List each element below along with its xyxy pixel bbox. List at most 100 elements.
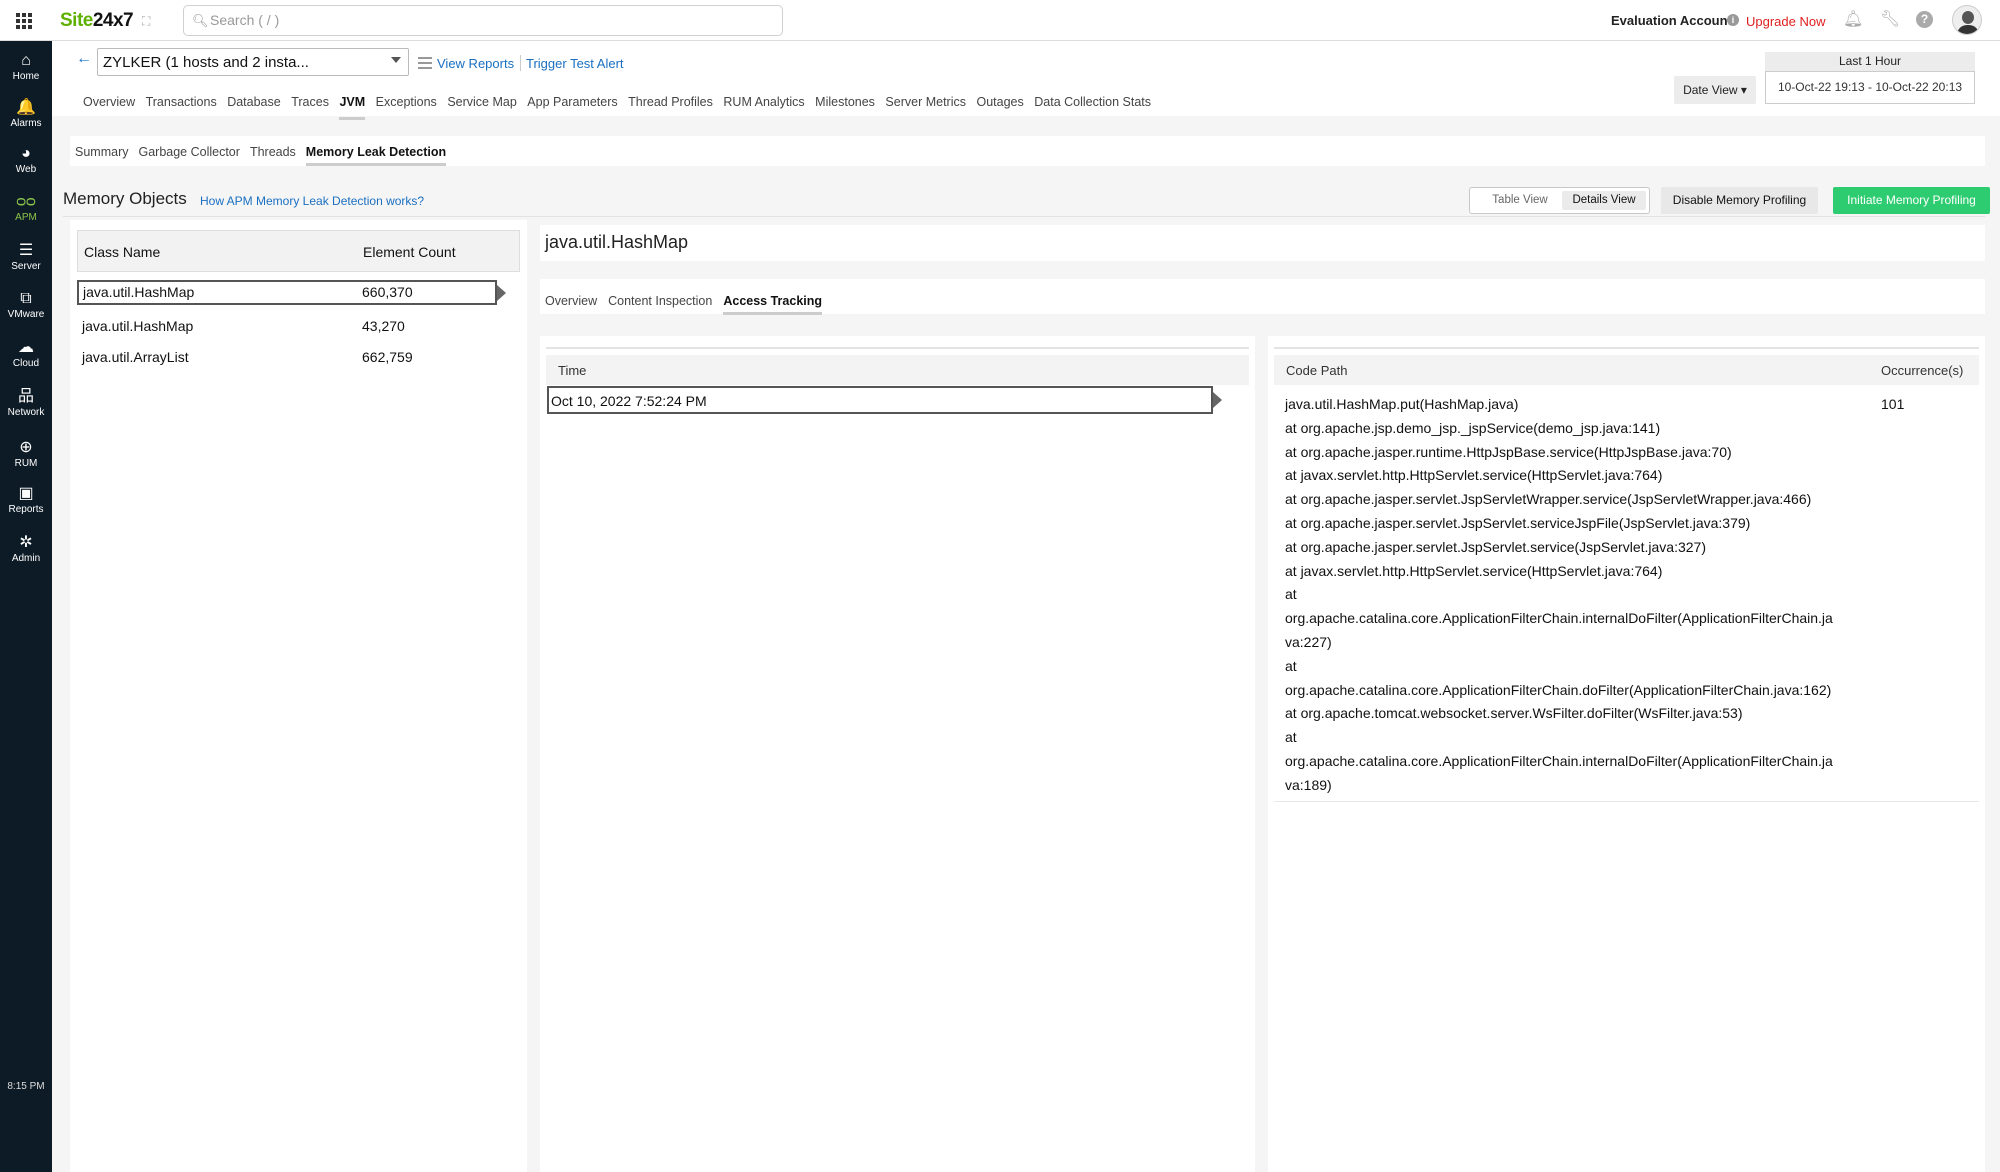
binoculars-icon: ᴑᴑ	[16, 193, 36, 210]
sidebar-item-label: Network	[7, 407, 45, 418]
sidebar-item-admin[interactable]: ✲ Admin	[0, 534, 52, 564]
stacktrace-line: va:189)	[1285, 776, 1332, 793]
detail-tab-overview[interactable]: Overview	[545, 294, 597, 315]
divider	[546, 347, 1249, 349]
detail-title: java.util.HashMap	[545, 232, 689, 252]
time-value: Oct 10, 2022 7:52:24 PM	[551, 393, 707, 409]
jvm-tab-memory-leak-detection[interactable]: Memory Leak Detection	[305, 145, 447, 166]
class-table-row[interactable]: java.util.HashMap 660,370	[77, 280, 506, 305]
column-header-time: Time	[558, 363, 587, 378]
stacktrace-line: org.apache.catalina.core.ApplicationFilt…	[1285, 681, 1832, 698]
site24x7-logo[interactable]: Site24x7	[60, 10, 134, 32]
globe-icon: ◕	[21, 145, 31, 162]
search-input[interactable]	[210, 12, 770, 28]
expand-icon[interactable]: ⛶	[142, 14, 156, 28]
tab-server-metrics[interactable]: Server Metrics	[885, 95, 966, 120]
detail-tab-access-tracking[interactable]: Access Tracking	[723, 294, 823, 315]
stacktrace-line: at org.apache.jasper.servlet.JspServlet.…	[1285, 514, 1751, 531]
class-table-header: Class Name Element Count	[77, 230, 520, 272]
tab-thread-profiles[interactable]: Thread Profiles	[628, 95, 713, 120]
reports-icon: ▣	[18, 485, 34, 502]
vmware-icon: ⧉	[20, 290, 32, 307]
help-icon[interactable]: ?	[1916, 11, 1933, 28]
sidebar-item-vmware[interactable]: ⧉ VMware	[0, 290, 52, 320]
stacktrace-line: at	[1285, 729, 1297, 746]
monitor-tabs: Overview Transactions Database Traces JVM Exc…	[83, 95, 1162, 120]
date-range-field[interactable]: 10-Oct-22 19:13 - 10-Oct-22 20:13	[1765, 71, 1975, 104]
sidebar-item-cloud[interactable]: ☁ Cloud	[0, 339, 52, 369]
detail-tabs: Overview Content Inspection Access Trackin…	[545, 294, 833, 315]
trigger-test-alert-link[interactable]: Trigger Test Alert	[526, 56, 624, 71]
sidebar-item-network[interactable]: 品 Network	[0, 388, 52, 418]
time-row[interactable]: Oct 10, 2022 7:52:24 PM	[547, 386, 1222, 414]
jvm-tab-threads[interactable]: Threads	[250, 145, 296, 166]
date-view-button[interactable]: Date View ▾	[1674, 76, 1756, 104]
view-reports-link[interactable]: View Reports	[437, 56, 514, 71]
top-bar: Site24x7 ⛶ 🔍︎ Evaluation Account i Upgra…	[0, 0, 2000, 41]
stacktrace-line: va:227)	[1285, 633, 1332, 650]
initiate-memory-profiling-button[interactable]: Initiate Memory Profiling	[1833, 187, 1990, 214]
occurrences-value: 101	[1881, 396, 1905, 412]
class-table-row[interactable]: java.util.HashMap 43,270	[77, 314, 497, 339]
info-icon[interactable]: i	[1727, 14, 1739, 26]
sidebar-item-label: Alarms	[10, 118, 42, 129]
tab-transactions[interactable]: Transactions	[146, 95, 217, 120]
upgrade-now-link[interactable]: Upgrade Now	[1746, 14, 1826, 29]
column-header-class-name: Class Name	[84, 244, 161, 260]
account-label: Evaluation Account	[1611, 13, 1732, 28]
tab-exceptions[interactable]: Exceptions	[376, 95, 437, 120]
sidebar-item-rum[interactable]: ⊕ RUM	[0, 439, 52, 469]
menu-icon[interactable]	[418, 57, 432, 72]
avatar[interactable]	[1952, 5, 1982, 35]
sidebar-item-home[interactable]: ⌂ Home	[0, 52, 52, 82]
tab-jvm[interactable]: JVM	[339, 95, 366, 120]
view-toggle: Table View Details View	[1469, 187, 1650, 214]
sidebar-item-label: VMware	[7, 309, 45, 320]
jvm-tab-garbage-collector[interactable]: Garbage Collector	[138, 145, 239, 166]
element-count-cell: 43,270	[362, 318, 405, 334]
element-count-cell: 662,759	[362, 349, 413, 365]
monitor-select[interactable]: ZYLKER (1 hosts and 2 insta...	[97, 48, 409, 76]
stacktrace-line: at org.apache.tomcat.websocket.server.Ws…	[1285, 705, 1743, 722]
tab-traces[interactable]: Traces	[291, 95, 329, 120]
stacktrace-line: at org.apache.jasper.servlet.JspServlet.…	[1285, 538, 1706, 555]
sidebar-item-apm[interactable]: ᴑᴑ APM	[0, 193, 52, 223]
wrench-icon[interactable]: 🔧︎	[1880, 11, 1900, 29]
help-link[interactable]: How APM Memory Leak Detection works?	[200, 194, 424, 208]
search-box[interactable]: 🔍︎	[183, 5, 783, 36]
tab-app-parameters[interactable]: App Parameters	[527, 95, 617, 120]
tab-database[interactable]: Database	[227, 95, 281, 120]
rum-globe-icon: ⊕	[19, 439, 33, 456]
jvm-tab-summary[interactable]: Summary	[75, 145, 128, 166]
details-view-button[interactable]: Details View	[1562, 191, 1646, 210]
tab-overview[interactable]: Overview	[83, 95, 135, 120]
sidebar-item-reports[interactable]: ▣ Reports	[0, 485, 52, 515]
tab-outages[interactable]: Outages	[977, 95, 1024, 120]
stacktrace-line: at org.apache.jasper.runtime.HttpJspBase…	[1285, 443, 1732, 460]
bell-icon[interactable]: 🔔︎	[1843, 11, 1863, 29]
sidebar-item-label: APM	[15, 212, 37, 223]
back-arrow-icon[interactable]: ←	[76, 50, 92, 68]
cloud-icon: ☁	[18, 339, 34, 356]
logo-text-dark: 24x7	[92, 10, 134, 31]
tab-data-collection-stats[interactable]: Data Collection Stats	[1034, 95, 1151, 120]
detail-tab-content-inspection[interactable]: Content Inspection	[608, 294, 712, 315]
tab-service-map[interactable]: Service Map	[447, 95, 516, 120]
element-count-cell: 660,370	[362, 284, 413, 300]
sidebar-item-alarms[interactable]: 🔔 Alarms	[0, 99, 52, 129]
apps-grid-icon[interactable]	[16, 13, 33, 29]
sidebar-item-server[interactable]: ☰ Server	[0, 242, 52, 272]
sidebar: ⌂ Home 🔔 Alarms ◕ Web ᴑᴑ APM ☰ Server ⧉ VMware ☁ Clou…	[0, 41, 52, 1172]
disable-memory-profiling-button[interactable]: Disable Memory Profiling	[1661, 187, 1818, 214]
link-divider	[520, 55, 521, 71]
tab-rum-analytics[interactable]: RUM Analytics	[723, 95, 804, 120]
divider	[1274, 347, 1979, 349]
search-icon: 🔍︎	[192, 13, 209, 28]
table-view-button[interactable]: Table View	[1478, 191, 1562, 210]
class-name-cell: java.util.HashMap	[83, 284, 195, 300]
stacktrace-line: at	[1285, 657, 1297, 674]
sidebar-item-web[interactable]: ◕ Web	[0, 145, 52, 175]
class-table-row[interactable]: java.util.ArrayList 662,759	[77, 345, 497, 370]
sidebar-item-label: RUM	[14, 458, 38, 469]
tab-milestones[interactable]: Milestones	[815, 95, 875, 120]
